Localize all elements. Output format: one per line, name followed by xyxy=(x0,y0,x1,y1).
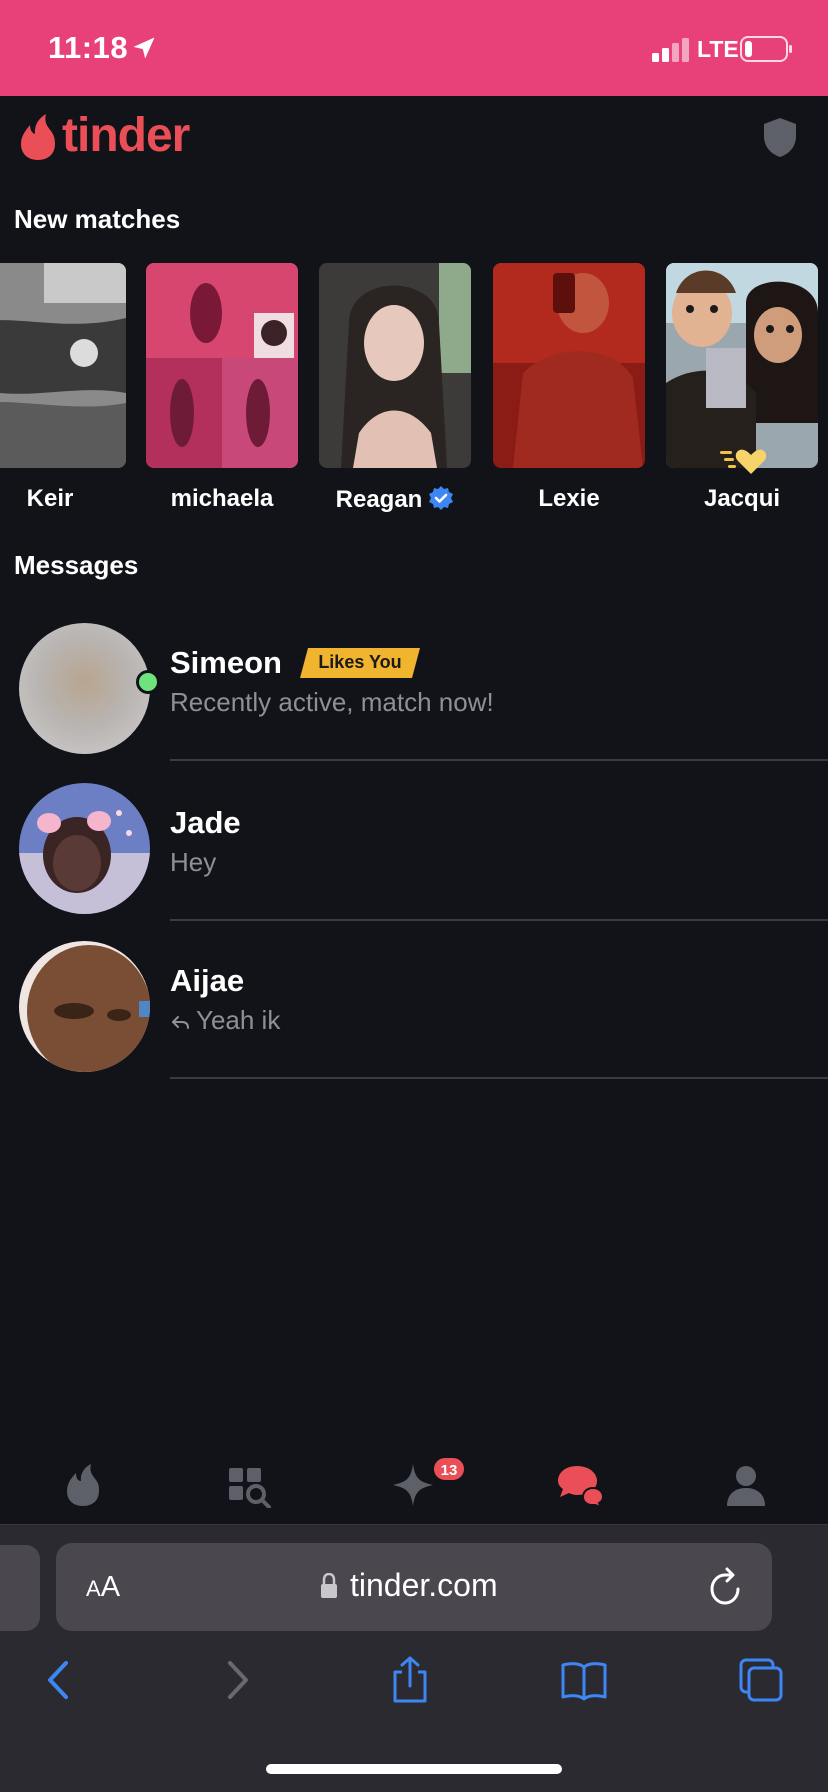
message-row-jade[interactable]: Jade Hey xyxy=(0,763,828,921)
tinder-flame-logo-icon[interactable] xyxy=(20,114,56,160)
message-preview: Recently active, match now! xyxy=(170,687,494,717)
back-icon[interactable] xyxy=(34,1655,84,1705)
match-card-keir[interactable] xyxy=(0,263,126,468)
address-bar[interactable]: AA tinder.com xyxy=(56,1543,772,1631)
online-status-dot xyxy=(136,670,160,694)
browser-toolbar: AA tinder.com xyxy=(0,1524,828,1792)
match-name: Keir xyxy=(26,485,74,512)
match-photo xyxy=(0,263,126,468)
match-name: Lexie xyxy=(538,485,600,512)
match-photo xyxy=(493,263,645,468)
flame-icon[interactable] xyxy=(58,1462,108,1508)
share-icon[interactable] xyxy=(385,1655,435,1705)
new-matches-title: New matches xyxy=(14,204,181,234)
message-preview: Yeah ik xyxy=(170,1005,280,1036)
match-name: Jacqui xyxy=(703,485,781,512)
avatar xyxy=(19,941,150,1072)
text-size-small-glyph: A xyxy=(86,1576,101,1601)
divider xyxy=(170,1077,828,1079)
divider xyxy=(170,759,828,761)
avatar xyxy=(19,623,150,754)
messages-title: Messages xyxy=(14,550,139,580)
reload-icon[interactable] xyxy=(708,1567,744,1607)
network-label: LTE xyxy=(697,36,739,62)
profile-icon[interactable] xyxy=(721,1462,771,1508)
message-name: Aijae xyxy=(170,963,245,998)
signal-icon xyxy=(652,38,689,62)
new-matches-row[interactable]: Keir michaela Reagan Lexie Jacqui xyxy=(0,263,828,523)
sparkle-icon[interactable] xyxy=(388,1462,438,1508)
super-like-heart-icon xyxy=(720,449,766,474)
message-preview-text: Yeah ik xyxy=(196,1005,281,1035)
bookmarks-icon[interactable] xyxy=(559,1655,609,1705)
match-photo xyxy=(146,263,298,468)
home-indicator xyxy=(266,1764,562,1774)
tabs-icon[interactable] xyxy=(736,1655,786,1705)
status-time: 11:18 xyxy=(48,30,129,65)
verified-badge-icon xyxy=(429,486,454,510)
match-name-text: Reagan xyxy=(335,486,423,513)
status-bar: 11:18 LTE xyxy=(0,0,828,96)
location-arrow-icon xyxy=(133,37,155,59)
forward-icon[interactable] xyxy=(212,1655,262,1705)
text-size-button[interactable]: AA xyxy=(86,1571,120,1604)
url-text: tinder.com xyxy=(350,1567,498,1603)
previous-tab-peek[interactable] xyxy=(0,1545,40,1631)
lock-icon xyxy=(321,1573,337,1598)
notification-badge: 13 xyxy=(432,1456,466,1482)
bottom-tab-bar xyxy=(0,1440,828,1524)
message-name: Jade xyxy=(170,805,241,840)
match-card-lexie[interactable] xyxy=(493,263,645,468)
match-name: Reagan xyxy=(319,485,471,514)
message-row-simeon[interactable]: Simeon Recently active, match now! xyxy=(0,603,828,761)
avatar xyxy=(19,783,150,914)
chat-icon[interactable] xyxy=(555,1462,605,1508)
app-header: tinder xyxy=(0,96,828,186)
explore-icon[interactable] xyxy=(223,1462,273,1508)
tinder-logo-text[interactable]: tinder xyxy=(62,108,190,163)
match-name: michaela xyxy=(170,485,274,512)
match-card-reagan[interactable] xyxy=(319,263,471,468)
message-preview: Hey xyxy=(170,847,217,877)
likes-you-badge-label: Likes You xyxy=(318,652,402,672)
shield-icon[interactable] xyxy=(762,116,798,158)
match-photo xyxy=(666,263,818,468)
reply-arrow-icon xyxy=(172,1016,189,1029)
text-size-large-glyph: A xyxy=(100,1571,121,1603)
battery-icon xyxy=(740,36,792,62)
match-card-jacqui[interactable] xyxy=(666,263,818,468)
message-row-aijae[interactable]: Aijae Yeah ik xyxy=(0,921,828,1079)
message-name: Simeon xyxy=(170,645,282,680)
match-photo xyxy=(319,263,471,468)
match-card-michaela[interactable] xyxy=(146,263,298,468)
